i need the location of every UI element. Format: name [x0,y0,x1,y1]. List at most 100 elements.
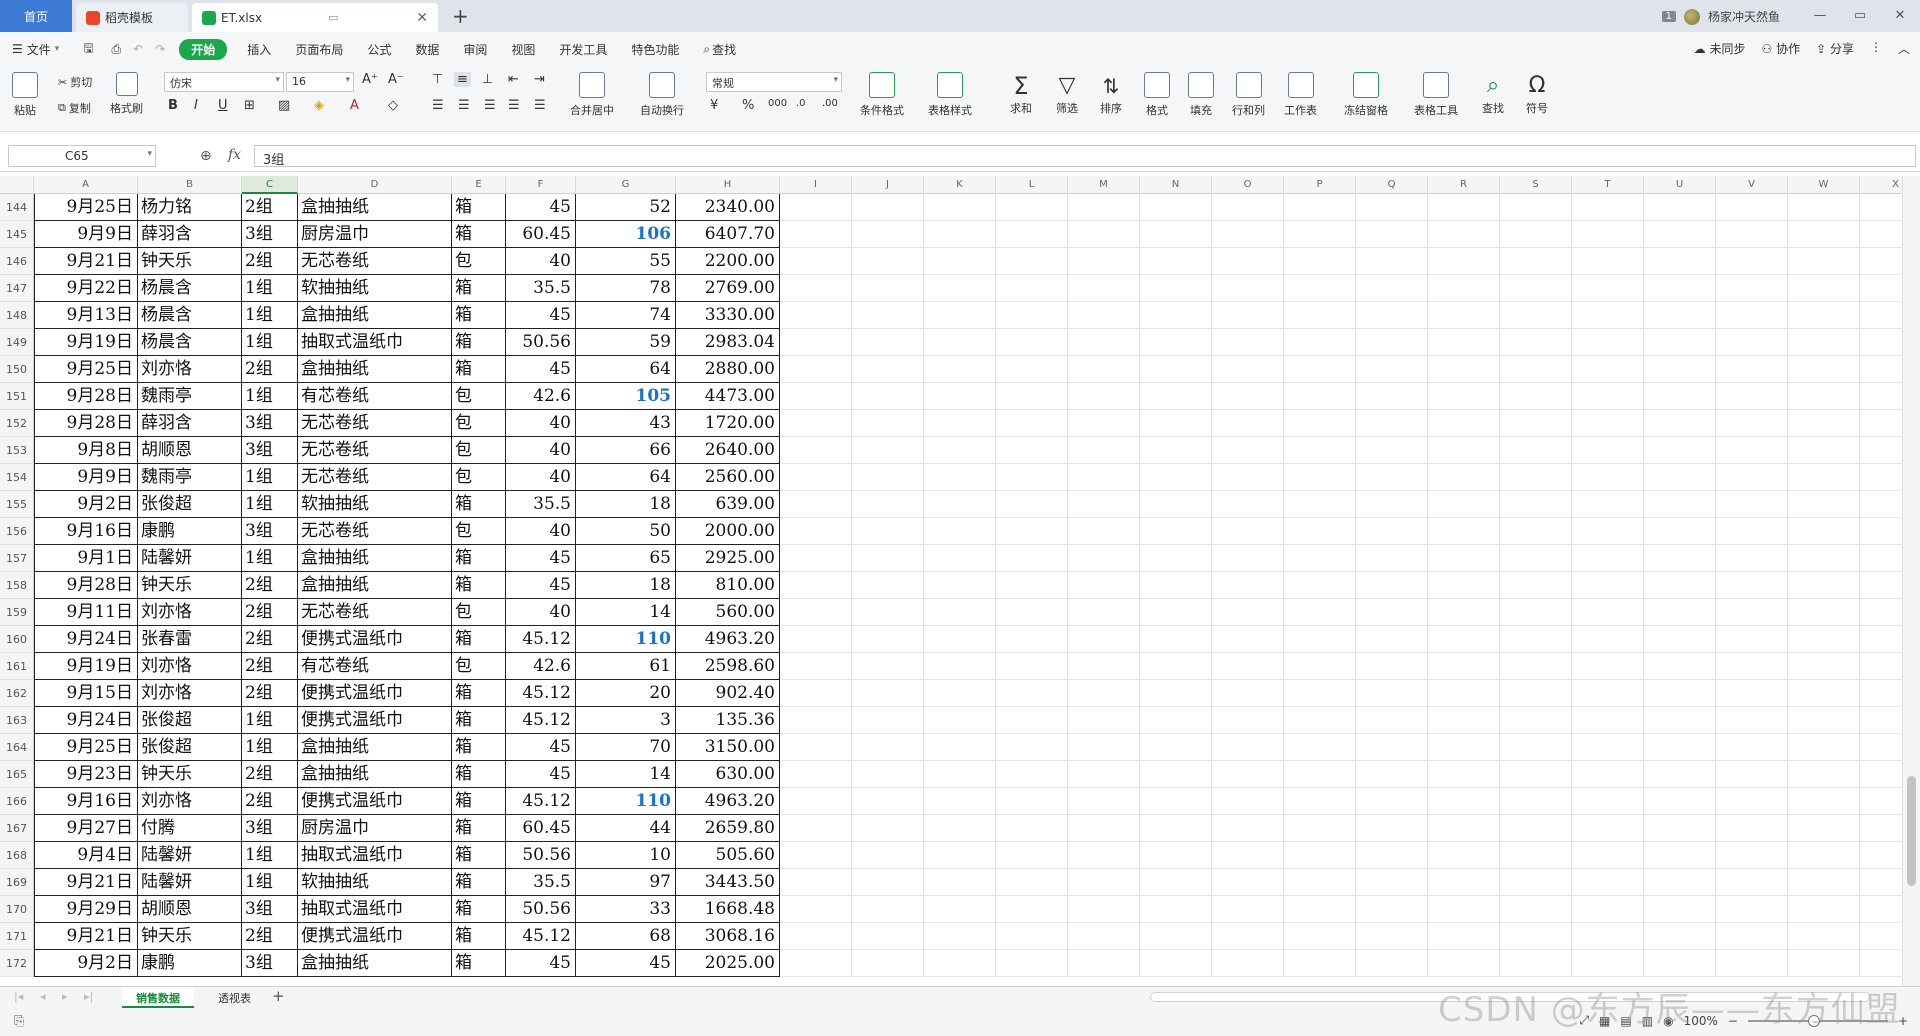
sheet-tab-sales[interactable]: 销售数据 [122,987,194,1008]
cell-h[interactable]: 3068.16 [676,923,780,950]
cell-a[interactable]: 9月22日 [34,275,138,302]
empty-cell[interactable] [1428,842,1500,869]
cell-h[interactable]: 3443.50 [676,869,780,896]
empty-cell[interactable] [924,653,996,680]
empty-cell[interactable] [852,410,924,437]
empty-cell[interactable] [1212,356,1284,383]
column-header-p[interactable]: P [1284,176,1356,194]
cell-g[interactable]: 14 [576,599,676,626]
new-tab-button[interactable]: + [452,4,469,28]
avatar[interactable] [1683,8,1700,25]
cell-g[interactable]: 110 [576,626,676,653]
empty-cell[interactable] [1644,302,1716,329]
empty-cell[interactable] [1284,653,1356,680]
empty-cell[interactable] [780,896,852,923]
cell-e[interactable]: 箱 [452,545,506,572]
empty-cell[interactable] [1356,572,1428,599]
column-header-w[interactable]: W [1788,176,1860,194]
cell-b[interactable]: 张春雷 [138,626,242,653]
add-sheet-button[interactable]: + [272,987,285,1005]
empty-cell[interactable] [852,329,924,356]
empty-cell[interactable] [1500,896,1572,923]
empty-cell[interactable] [996,761,1068,788]
empty-cell[interactable] [852,599,924,626]
cell-f[interactable]: 35.5 [506,275,576,302]
cell-d[interactable]: 抽取式温纸巾 [298,842,452,869]
cell-h[interactable]: 2000.00 [676,518,780,545]
empty-cell[interactable] [1212,653,1284,680]
cell-f[interactable]: 45.12 [506,626,576,653]
empty-cell[interactable] [1068,356,1140,383]
empty-cell[interactable] [1068,518,1140,545]
empty-cell[interactable] [1212,680,1284,707]
column-header-f[interactable]: F [506,176,576,194]
empty-cell[interactable] [1716,626,1788,653]
column-header-r[interactable]: R [1428,176,1500,194]
row-header[interactable]: 164 [0,734,34,761]
empty-cell[interactable] [1644,734,1716,761]
cell-e[interactable]: 箱 [452,923,506,950]
empty-cell[interactable] [1140,869,1212,896]
empty-cell[interactable] [852,950,924,977]
empty-cell[interactable] [996,221,1068,248]
cell-f[interactable]: 60.45 [506,221,576,248]
column-header-u[interactable]: U [1644,176,1716,194]
cell-c[interactable]: 2组 [242,788,298,815]
empty-cell[interactable] [780,221,852,248]
row-header[interactable]: 158 [0,572,34,599]
empty-cell[interactable] [1788,923,1860,950]
empty-cell[interactable] [1500,383,1572,410]
cell-b[interactable]: 陆馨妍 [138,545,242,572]
empty-cell[interactable] [1356,680,1428,707]
cell-g[interactable]: 55 [576,248,676,275]
empty-cell[interactable] [1428,194,1500,221]
sort-button[interactable]: ⇅ 排序 [1100,72,1122,116]
empty-cell[interactable] [1572,518,1644,545]
cell-c[interactable]: 3组 [242,410,298,437]
cell-h[interactable]: 630.00 [676,761,780,788]
cell-g[interactable]: 97 [576,869,676,896]
empty-cell[interactable] [1356,599,1428,626]
zoom-formula-icon[interactable]: ⊕ [200,148,212,164]
cell-g[interactable]: 10 [576,842,676,869]
pin-icon[interactable]: ▭ [328,11,338,24]
cell-b[interactable]: 刘亦恪 [138,680,242,707]
cell-d[interactable]: 便携式温纸巾 [298,788,452,815]
empty-cell[interactable] [1068,842,1140,869]
empty-cell[interactable] [1140,734,1212,761]
empty-cell[interactable] [1140,626,1212,653]
empty-cell[interactable] [1212,815,1284,842]
empty-cell[interactable] [1500,545,1572,572]
cell-h[interactable]: 3330.00 [676,302,780,329]
empty-cell[interactable] [1572,410,1644,437]
cell-d[interactable]: 抽取式温纸巾 [298,329,452,356]
empty-cell[interactable] [1500,491,1572,518]
empty-cell[interactable] [1284,518,1356,545]
cell-g[interactable]: 50 [576,518,676,545]
close-window-button[interactable]: ✕ [1880,0,1920,32]
merge-center-button[interactable]: 合并居中 [570,72,614,118]
cell-a[interactable]: 9月25日 [34,734,138,761]
cell-d[interactable]: 盒抽抽纸 [298,734,452,761]
save-icon[interactable]: 🖫 [71,39,105,60]
percent-icon[interactable]: % [742,98,754,113]
column-header-m[interactable]: M [1068,176,1140,194]
rows-cols-button[interactable]: 行和列 [1232,72,1265,118]
empty-cell[interactable] [1572,761,1644,788]
cell-b[interactable]: 康鹏 [138,950,242,977]
empty-cell[interactable] [924,599,996,626]
cell-d[interactable]: 厨房温巾 [298,815,452,842]
cell-b[interactable]: 胡顺恩 [138,896,242,923]
cell-e[interactable]: 箱 [452,707,506,734]
empty-cell[interactable] [780,194,852,221]
row-header[interactable]: 154 [0,464,34,491]
cell-c[interactable]: 2组 [242,248,298,275]
next-sheet-icon[interactable]: ▸ [62,990,68,1003]
copy-button[interactable]: ⧉ 复制 [58,100,91,116]
cell-d[interactable]: 便携式温纸巾 [298,680,452,707]
cell-c[interactable]: 1组 [242,707,298,734]
empty-cell[interactable] [1284,869,1356,896]
column-header-q[interactable]: Q [1356,176,1428,194]
empty-cell[interactable] [1212,707,1284,734]
cell-d[interactable]: 无芯卷纸 [298,599,452,626]
